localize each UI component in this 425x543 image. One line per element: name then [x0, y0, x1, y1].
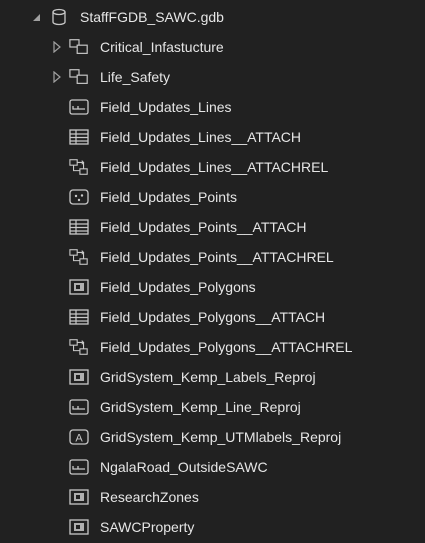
- tree-item-label: Field_Updates_Points__ATTACHREL: [100, 249, 334, 265]
- tree-item-label: GridSystem_Kemp_UTMlabels_Reproj: [100, 429, 342, 445]
- tree-item[interactable]: Field_Updates_Polygons: [0, 272, 425, 302]
- line-feature-class-icon: [69, 458, 89, 476]
- relationship-class-icon: [69, 158, 89, 176]
- tree-item[interactable]: NgalaRoad_OutsideSAWC: [0, 452, 425, 482]
- polygon-feature-class-icon: [69, 518, 89, 536]
- tree-item-label: Field_Updates_Lines__ATTACHREL: [100, 159, 329, 175]
- tree-item-label: ResearchZones: [100, 489, 199, 505]
- relationship-class-icon: [69, 338, 89, 356]
- tree-item[interactable]: GridSystem_Kemp_Line_Reproj: [0, 392, 425, 422]
- tree-item[interactable]: Field_Updates_Polygons__ATTACHREL: [0, 332, 425, 362]
- tree-item[interactable]: Critical_Infastucture: [0, 32, 425, 62]
- tree-item[interactable]: Field_Updates_Lines: [0, 92, 425, 122]
- line-feature-class-icon: [69, 398, 89, 416]
- tree-item-label: Field_Updates_Polygons__ATTACH: [100, 309, 326, 325]
- tree-item-label: SAWCProperty: [100, 519, 195, 535]
- tree-item-label: Field_Updates_Points: [100, 189, 237, 205]
- tree-item[interactable]: Field_Updates_Points__ATTACHREL: [0, 242, 425, 272]
- table-icon: [69, 308, 89, 326]
- tree-item[interactable]: Field_Updates_Points__ATTACH: [0, 212, 425, 242]
- expand-triangle-icon[interactable]: [51, 71, 63, 83]
- polygon-feature-class-icon: [69, 278, 89, 296]
- geodatabase-icon: [49, 8, 69, 26]
- annotation-feature-class-icon: A: [69, 428, 89, 446]
- catalog-tree: StaffFGDB_SAWC.gdb Critical_Infastucture…: [0, 0, 425, 543]
- tree-item[interactable]: Field_Updates_Points: [0, 182, 425, 212]
- tree-item[interactable]: SAWCProperty: [0, 512, 425, 542]
- tree-item-label: Field_Updates_Lines__ATTACH: [100, 129, 302, 145]
- polygon-feature-class-icon: [69, 488, 89, 506]
- tree-item-label: Field_Updates_Polygons__ATTACHREL: [100, 339, 353, 355]
- annotation-glyph: A: [75, 433, 83, 445]
- tree-item[interactable]: GridSystem_Kemp_Labels_Reproj: [0, 362, 425, 392]
- collapse-triangle-icon[interactable]: [30, 11, 42, 23]
- tree-item-label: GridSystem_Kemp_Labels_Reproj: [100, 369, 316, 385]
- table-icon: [69, 128, 89, 146]
- tree-item-label: GridSystem_Kemp_Line_Reproj: [100, 399, 301, 415]
- tree-item-label: Life_Safety: [100, 69, 171, 85]
- tree-item-label: NgalaRoad_OutsideSAWC: [100, 459, 268, 475]
- tree-item[interactable]: Field_Updates_Lines__ATTACHREL: [0, 152, 425, 182]
- relationship-class-icon: [69, 248, 89, 266]
- tree-item-label: Field_Updates_Points__ATTACH: [100, 219, 307, 235]
- line-feature-class-icon: [69, 98, 89, 116]
- tree-root-geodatabase[interactable]: StaffFGDB_SAWC.gdb: [0, 2, 425, 32]
- tree-item[interactable]: Life_Safety: [0, 62, 425, 92]
- tree-item[interactable]: ResearchZones: [0, 482, 425, 512]
- tree-item-label: Field_Updates_Lines: [100, 99, 232, 115]
- polygon-feature-class-icon: [69, 368, 89, 386]
- table-icon: [69, 218, 89, 236]
- tree-root-label: StaffFGDB_SAWC.gdb: [80, 9, 224, 25]
- feature-dataset-icon: [69, 38, 89, 56]
- point-feature-class-icon: [69, 188, 89, 206]
- tree-item-label: Field_Updates_Polygons: [100, 279, 256, 295]
- tree-item[interactable]: Field_Updates_Lines__ATTACH: [0, 122, 425, 152]
- tree-item-label: Critical_Infastucture: [100, 39, 224, 55]
- expand-triangle-icon[interactable]: [51, 41, 63, 53]
- feature-dataset-icon: [69, 68, 89, 86]
- tree-item[interactable]: A GridSystem_Kemp_UTMlabels_Reproj: [0, 422, 425, 452]
- tree-item[interactable]: Field_Updates_Polygons__ATTACH: [0, 302, 425, 332]
